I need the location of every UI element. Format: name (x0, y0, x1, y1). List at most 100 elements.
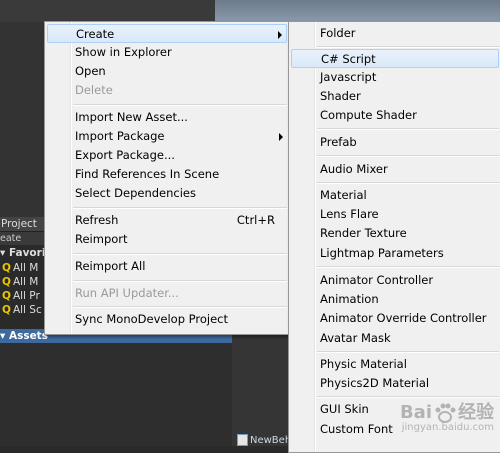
menu-separator (73, 306, 287, 308)
favorites-item-label: All Sc (12, 304, 42, 316)
menu-item-label: Reimport (75, 232, 128, 246)
favorites-item[interactable]: Q All Pr (2, 289, 45, 303)
menu-item-label: Refresh (75, 213, 119, 227)
submenu-item-animation[interactable]: Animation (291, 290, 499, 309)
menu-item-create[interactable]: Create (47, 24, 287, 43)
menu-item-label: Audio Mixer (320, 162, 388, 176)
create-submenu: Folder C# Script Javascript Shader Compu… (288, 21, 500, 453)
menu-item-label: Import Package (75, 129, 165, 143)
menu-item-label: Create (76, 27, 115, 41)
menu-item-label: Folder (320, 26, 356, 40)
submenu-item-lens-flare[interactable]: Lens Flare (291, 205, 499, 224)
menu-item-label: Sync MonoDevelop Project (75, 312, 228, 326)
menu-item-import-new-asset[interactable]: Import New Asset... (47, 108, 287, 127)
submenu-item-compute-shader[interactable]: Compute Shader (291, 106, 499, 125)
menu-item-run-api-updater[interactable]: Run API Updater... (47, 284, 287, 303)
menu-item-open[interactable]: Open (47, 62, 287, 81)
menu-item-label: C# Script (321, 52, 376, 66)
menu-item-select-dependencies[interactable]: Select Dependencies (47, 184, 287, 203)
menu-item-find-references[interactable]: Find References In Scene (47, 165, 287, 184)
submenu-item-physic-material[interactable]: Physic Material (291, 355, 499, 374)
editor-toolbar-left (0, 0, 215, 22)
submenu-item-material[interactable]: Material (291, 186, 499, 205)
menu-separator (317, 128, 499, 130)
menu-item-label: Select Dependencies (75, 186, 196, 200)
submenu-arrow-icon (279, 133, 283, 141)
watermark-suffix: 经验 (458, 402, 494, 423)
submenu-item-shader[interactable]: Shader (291, 87, 499, 106)
menu-item-label: Open (75, 64, 106, 78)
menu-item-label: Lightmap Parameters (320, 246, 444, 260)
menu-item-label: Physic Material (320, 357, 407, 371)
menu-item-label: Import New Asset... (75, 110, 188, 124)
menu-item-label: Render Texture (320, 226, 407, 240)
menu-item-label: Shader (320, 89, 361, 103)
project-create-dropdown[interactable]: eate (0, 232, 45, 245)
menu-item-label: Custom Font (320, 422, 393, 436)
menu-item-refresh[interactable]: Refresh Ctrl+R (47, 211, 287, 230)
menu-item-label: Avatar Mask (320, 331, 391, 345)
menu-item-label: Animator Override Controller (320, 311, 487, 325)
menu-item-label: Material (320, 188, 367, 202)
submenu-item-render-texture[interactable]: Render Texture (291, 224, 499, 243)
editor-toolbar-right (215, 0, 500, 22)
favorites-item-label: All M (12, 276, 39, 288)
menu-item-label: GUI Skin (320, 402, 369, 416)
watermark-text: Bai (399, 402, 432, 423)
file-label: NewBeh (250, 435, 289, 446)
favorites-label: Favori (8, 247, 45, 259)
search-icon: Q (2, 276, 11, 288)
submenu-item-csharp-script[interactable]: C# Script (291, 49, 499, 68)
favorites-item[interactable]: Q All M (2, 275, 45, 289)
search-icon: Q (2, 290, 11, 302)
favorites-header[interactable]: ▾ Favori (0, 246, 45, 261)
menu-item-label: Prefab (320, 135, 357, 149)
submenu-item-javascript[interactable]: Javascript (291, 68, 499, 87)
hierarchy-panel (0, 22, 45, 217)
menu-separator (73, 104, 287, 106)
menu-item-label: Show in Explorer (75, 45, 172, 59)
csharp-file-icon (237, 434, 248, 446)
submenu-item-prefab[interactable]: Prefab (291, 133, 499, 152)
submenu-item-physics2d-material[interactable]: Physics2D Material (291, 374, 499, 393)
menu-separator (317, 351, 499, 353)
favorites-item-label: All M (12, 262, 39, 274)
asset-context-menu: Create Show in Explorer Open Delete Impo… (44, 21, 290, 335)
favorites-item-label: All Pr (12, 290, 40, 302)
menu-separator (317, 46, 499, 48)
menu-item-sync-monodevelop[interactable]: Sync MonoDevelop Project (47, 310, 287, 329)
menu-item-export-package[interactable]: Export Package... (47, 146, 287, 165)
file-item[interactable]: NewBeh (237, 434, 289, 446)
submenu-item-lightmap-parameters[interactable]: Lightmap Parameters (291, 244, 499, 263)
submenu-item-folder[interactable]: Folder (291, 24, 499, 43)
project-tree-area (0, 343, 232, 446)
menu-item-label: Reimport All (75, 259, 146, 273)
menu-separator (73, 253, 287, 255)
submenu-item-avatar-mask[interactable]: Avatar Mask (291, 329, 499, 348)
menu-item-label: Animation (320, 292, 379, 306)
submenu-item-animator-override-controller[interactable]: Animator Override Controller (291, 309, 499, 328)
menu-item-label: Lens Flare (320, 207, 379, 221)
submenu-item-animator-controller[interactable]: Animator Controller (291, 271, 499, 290)
baidu-watermark: Bai 经验 jingyan.baidu.com (400, 398, 494, 433)
menu-item-label: Find References In Scene (75, 167, 220, 181)
menu-separator (317, 182, 499, 184)
submenu-item-audio-mixer[interactable]: Audio Mixer (291, 160, 499, 179)
menu-item-show-in-explorer[interactable]: Show in Explorer (47, 43, 287, 62)
menu-separator (73, 280, 287, 282)
menu-item-import-package[interactable]: Import Package (47, 127, 287, 146)
assets-label: Assets (8, 330, 48, 342)
menu-item-label: Animator Controller (320, 273, 434, 287)
menu-separator (73, 207, 287, 209)
menu-separator (317, 266, 499, 268)
menu-item-delete[interactable]: Delete (47, 81, 287, 100)
tab-project[interactable]: Project (0, 217, 46, 232)
search-icon: Q (2, 304, 11, 316)
menu-item-label: Compute Shader (320, 108, 417, 122)
menu-item-reimport[interactable]: Reimport (47, 230, 287, 249)
menu-item-reimport-all[interactable]: Reimport All (47, 257, 287, 276)
search-icon: Q (2, 262, 11, 274)
favorites-item[interactable]: Q All M (2, 261, 45, 275)
baidu-paw-icon (435, 403, 456, 423)
favorites-item[interactable]: Q All Sc (2, 303, 45, 317)
